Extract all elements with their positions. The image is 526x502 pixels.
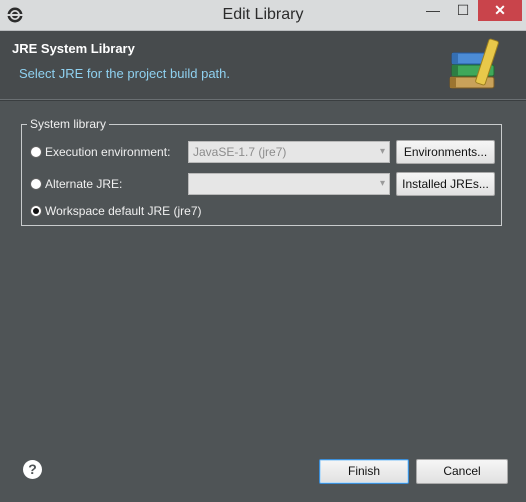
dialog-header: JRE System Library Select JRE for the pr… [0, 31, 526, 99]
maximize-button[interactable]: ☐ [448, 0, 478, 21]
execution-environment-combo[interactable]: JavaSE-1.7 (jre7) ▾ [188, 141, 390, 163]
execution-environment-label: Execution environment: [45, 145, 171, 159]
library-books-icon [449, 38, 499, 89]
close-button[interactable]: ✕ [478, 0, 522, 21]
execution-environment-value: JavaSE-1.7 (jre7) [193, 145, 287, 159]
workspace-default-radio[interactable] [30, 205, 42, 217]
chevron-down-icon: ▾ [379, 146, 385, 157]
header-subtitle: Select JRE for the project build path. [19, 66, 231, 81]
alternate-jre-combo[interactable]: ▾ [188, 173, 390, 195]
workspace-default-label: Workspace default JRE (jre7) [45, 204, 202, 218]
help-icon[interactable]: ? [23, 460, 42, 479]
installed-jres-button[interactable]: Installed JREs... [396, 172, 495, 196]
group-label: System library [27, 117, 110, 131]
alternate-jre-label: Alternate JRE: [45, 177, 123, 191]
environments-button[interactable]: Environments... [396, 140, 495, 164]
title-bar: Edit Library — ☐ ✕ [0, 0, 526, 31]
cancel-button[interactable]: Cancel [416, 459, 508, 484]
header-separator-shadow [0, 100, 526, 101]
finish-button[interactable]: Finish [319, 459, 409, 484]
chevron-down-icon: ▾ [379, 178, 385, 189]
minimize-button[interactable]: — [418, 0, 448, 21]
alternate-jre-radio[interactable] [30, 178, 42, 190]
header-title: JRE System Library [12, 41, 135, 56]
execution-environment-radio[interactable] [30, 146, 42, 158]
